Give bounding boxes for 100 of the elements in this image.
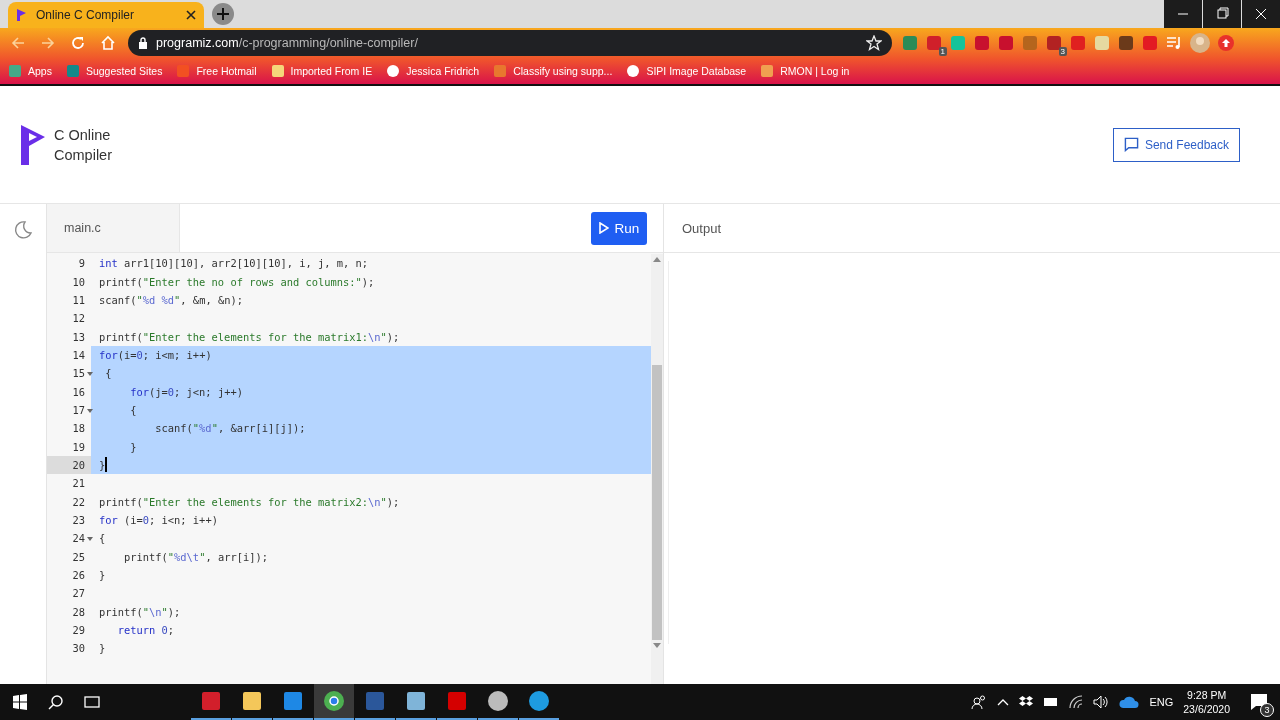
app-icon bbox=[322, 690, 345, 712]
line-number: 30 bbox=[72, 642, 85, 655]
taskbar-app[interactable] bbox=[313, 684, 354, 720]
send-feedback-button[interactable]: Send Feedback bbox=[1112, 127, 1240, 162]
bookmark[interactable]: Free Hotmail bbox=[176, 64, 257, 78]
logo-text[interactable]: C Online Compiler bbox=[54, 124, 112, 165]
fold-icon[interactable] bbox=[87, 372, 93, 377]
chevron-up-icon[interactable] bbox=[997, 698, 1010, 706]
fold-icon[interactable] bbox=[87, 408, 93, 413]
code-line: scanf("%d", &arr[i][j]); bbox=[154, 422, 306, 435]
volume-icon[interactable] bbox=[1093, 695, 1110, 709]
bookmark-icon bbox=[760, 64, 775, 78]
code-line: printf("Enter the elements for the matrix1:\n"); bbox=[99, 330, 400, 343]
code-line: printf("Enter the no of rows and columns:"); bbox=[99, 275, 375, 288]
line-number: 20 bbox=[72, 458, 85, 471]
home-icon[interactable] bbox=[100, 35, 116, 51]
line-number: 16 bbox=[72, 385, 85, 398]
output-title: Output bbox=[682, 220, 722, 236]
line-number: 17 bbox=[72, 403, 85, 416]
line-number: 24 bbox=[72, 532, 85, 545]
app-icon bbox=[199, 690, 222, 712]
clock[interactable]: 9:28 PM 23/6/2020 bbox=[1183, 688, 1230, 716]
line-number: 12 bbox=[72, 312, 85, 325]
line-number: 19 bbox=[72, 440, 85, 453]
globe-icon bbox=[386, 64, 401, 78]
star-icon[interactable] bbox=[866, 35, 882, 51]
bookmark[interactable]: RMON | Log in bbox=[760, 64, 850, 78]
code-line: printf("\n"); bbox=[99, 605, 181, 618]
run-button[interactable]: Run bbox=[591, 211, 647, 245]
extension-icon[interactable] bbox=[926, 35, 942, 51]
bookmark[interactable]: Classify using supp... bbox=[493, 64, 613, 78]
line-number: 28 bbox=[72, 605, 85, 618]
browser-tab[interactable]: Online C Compiler bbox=[8, 2, 204, 28]
line-number: 25 bbox=[72, 550, 85, 563]
bookmark[interactable]: Jessica Fridrich bbox=[386, 64, 480, 78]
globe-icon bbox=[626, 64, 641, 78]
line-number: 18 bbox=[72, 422, 85, 435]
scrollbar-thumb[interactable] bbox=[652, 365, 662, 640]
bookmark[interactable]: Imported From IE bbox=[270, 64, 373, 78]
update-icon[interactable] bbox=[1218, 35, 1234, 51]
lock-icon bbox=[138, 37, 148, 49]
reload-icon[interactable] bbox=[70, 35, 86, 51]
logo-icon[interactable] bbox=[20, 123, 46, 166]
battery-icon[interactable] bbox=[1043, 697, 1060, 707]
language-indicator[interactable]: ENG bbox=[1149, 696, 1174, 708]
app-icon bbox=[486, 690, 509, 712]
code-line: return 0; bbox=[116, 624, 175, 637]
code-line: for(i=0; i<m; i++) bbox=[99, 348, 212, 361]
code-line: } bbox=[99, 642, 106, 655]
line-number: 10 bbox=[72, 275, 85, 288]
line-number: 22 bbox=[72, 495, 85, 508]
extension-badge: 1 bbox=[938, 47, 947, 56]
bookmark[interactable]: Apps bbox=[8, 64, 52, 78]
scroll-down-icon[interactable] bbox=[653, 643, 661, 648]
dark-mode-icon[interactable] bbox=[13, 220, 33, 240]
app-icon bbox=[527, 690, 550, 712]
line-number: 27 bbox=[72, 587, 85, 600]
line-number: 26 bbox=[72, 569, 85, 581]
message-icon bbox=[1123, 137, 1139, 152]
fold-icon[interactable] bbox=[87, 537, 93, 542]
code-line: } bbox=[129, 440, 137, 453]
extension-icon[interactable] bbox=[974, 35, 990, 51]
task-view-icon[interactable] bbox=[84, 694, 100, 710]
app-icon bbox=[445, 690, 468, 712]
code-line: { bbox=[104, 367, 112, 380]
bookmark[interactable]: Suggested Sites bbox=[65, 64, 163, 78]
code-line: scanf("%d %d", &m, &n); bbox=[99, 293, 243, 306]
line-number: 21 bbox=[72, 477, 85, 490]
mail-icon bbox=[281, 690, 304, 712]
code-line: for (i=0; i<n; i++) bbox=[99, 514, 218, 526]
extension-icon[interactable] bbox=[998, 35, 1014, 51]
windows-icon[interactable] bbox=[12, 694, 28, 710]
file-tab[interactable]: main.c bbox=[47, 204, 180, 252]
line-number: 29 bbox=[72, 624, 85, 637]
notification-badge: 3 bbox=[1260, 703, 1274, 717]
code-line: for(j=0; j<n; j++) bbox=[129, 385, 243, 398]
notification-icon[interactable] bbox=[1250, 693, 1268, 711]
wifi-icon[interactable] bbox=[1069, 695, 1084, 709]
scroll-up-icon[interactable] bbox=[653, 257, 661, 262]
bookmark-icon bbox=[493, 64, 508, 78]
extension-icon[interactable] bbox=[1118, 35, 1134, 51]
cloud-icon[interactable] bbox=[1119, 696, 1140, 708]
folder-icon bbox=[270, 64, 285, 78]
playlist-icon[interactable] bbox=[1166, 35, 1182, 51]
code-line: { bbox=[99, 532, 106, 545]
code-line: int arr1[10][10], arr2[10][10], i, j, m, n; bbox=[99, 257, 368, 270]
search-icon[interactable] bbox=[48, 694, 64, 710]
dropbox-icon[interactable] bbox=[1019, 696, 1034, 708]
people-icon[interactable] bbox=[971, 694, 988, 710]
extension-icon[interactable] bbox=[1046, 35, 1062, 51]
new-tab-icon[interactable] bbox=[212, 3, 234, 25]
line-number: 9 bbox=[78, 257, 85, 270]
app-icon bbox=[363, 690, 386, 712]
restore-icon[interactable] bbox=[1203, 0, 1241, 28]
address-bar[interactable]: programiz.com/c-programming/online-compiler/ bbox=[128, 30, 892, 56]
folder-icon bbox=[240, 690, 263, 712]
close-icon[interactable] bbox=[186, 10, 196, 20]
bookmark-icon bbox=[65, 64, 80, 78]
bookmark[interactable]: SIPI Image Database bbox=[626, 64, 747, 78]
extension-badge: 3 bbox=[1058, 47, 1067, 56]
